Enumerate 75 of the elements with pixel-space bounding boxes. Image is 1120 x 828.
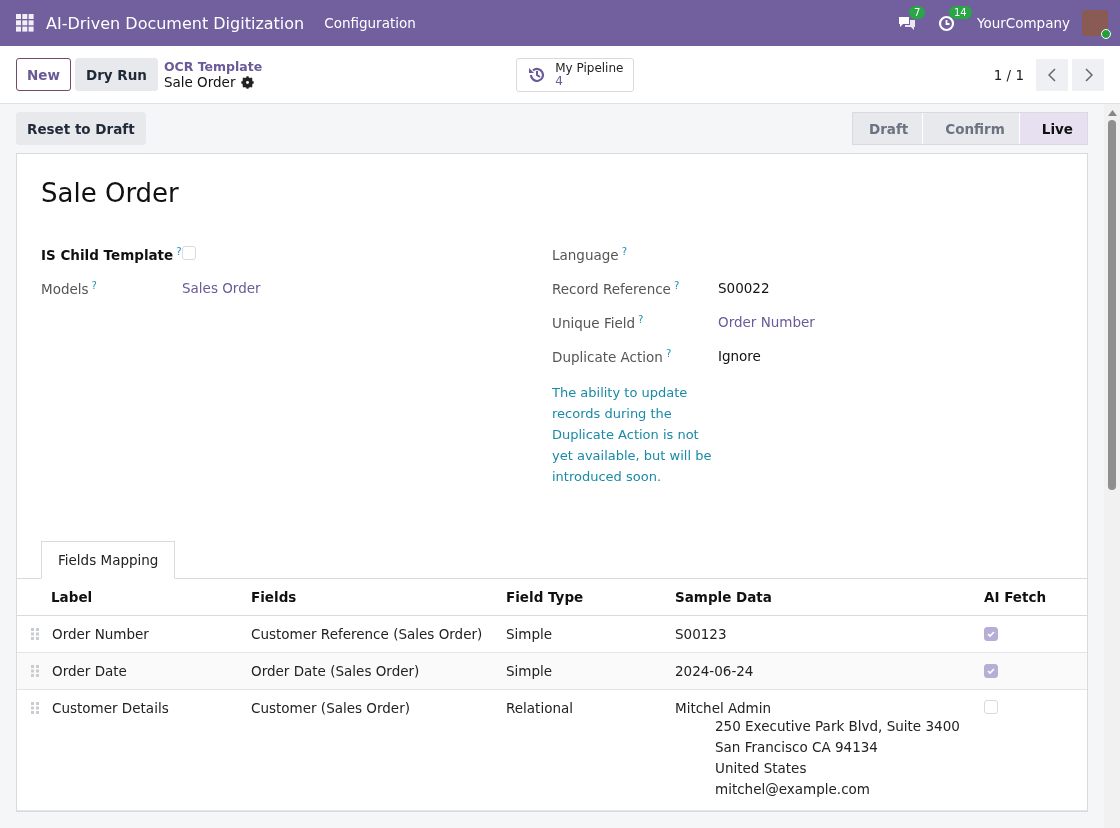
settings-icon[interactable] (241, 75, 255, 89)
menu-item[interactable]: Configuration (324, 15, 416, 31)
table-cell: Customer (Sales Order) (251, 700, 410, 716)
column-header[interactable]: Sample Data (675, 578, 984, 616)
help-mark[interactable]: ? (638, 314, 644, 325)
column-header[interactable]: Fields (251, 578, 506, 616)
status-stage[interactable]: Draft (852, 113, 923, 144)
checkmark-icon (986, 666, 996, 676)
field-label: Unique Field (552, 315, 636, 332)
table-cell: Relational (506, 700, 573, 716)
address-line: 250 Executive Park Blvd, Suite 3400 (715, 717, 961, 736)
help-mark[interactable]: ? (673, 280, 680, 291)
pager-counter: 1 / 1 (993, 66, 1024, 83)
breadcrumb-link[interactable]: OCR Template (163, 59, 263, 74)
info-note: The ability to update records during the Duplicate Action is not yet available, but will be introduced soon. (552, 384, 712, 486)
chevron-left-icon (1047, 67, 1057, 82)
field-label: Language (552, 247, 619, 264)
help-mark[interactable]: ? (91, 280, 97, 291)
field-value: S00022 (718, 280, 771, 296)
table-cell: Order Date (Sales Order) (251, 663, 420, 679)
address-line: mitchel@example.com (715, 780, 871, 799)
checkbox[interactable] (984, 664, 998, 678)
table-cell-text: S00123 (675, 626, 728, 642)
help-mark[interactable]: ? (176, 246, 182, 257)
field-label: Models (41, 281, 89, 298)
drag-handle-icon[interactable] (31, 665, 39, 677)
field-label: Duplicate Action (552, 349, 663, 366)
column-header[interactable]: Label (17, 578, 251, 616)
record-name: Sale Order (163, 74, 236, 90)
pipeline-smart-button[interactable]: My Pipeline 4 (516, 57, 635, 92)
status-stage[interactable]: Live (1018, 113, 1087, 144)
notification-count: 14 (948, 5, 972, 19)
record-title: Sale Order (41, 178, 180, 208)
previous-button[interactable] (1036, 58, 1068, 91)
new-button[interactable]: New (16, 58, 71, 91)
table-cell: Simple (506, 663, 553, 679)
clock-icon[interactable] (937, 14, 955, 32)
field-value-link[interactable]: Sales Order (182, 280, 552, 296)
drag-handle-icon[interactable] (31, 702, 39, 714)
apps-menu-icon[interactable] (16, 14, 34, 32)
notebook-tab[interactable]: Fields Mapping (41, 541, 176, 579)
field-value: Ignore (718, 348, 762, 364)
column-header[interactable]: AI Fetch (984, 578, 1087, 616)
dry-run-button[interactable]: Dry Run (74, 58, 158, 91)
help-mark[interactable]: ? (621, 246, 627, 257)
company-name[interactable]: YourCompany (976, 15, 1070, 31)
field-label: IS Child Template (41, 247, 174, 264)
reset-to-draft-button[interactable]: Reset to Draft (16, 112, 146, 145)
address-line: San Francisco CA 94134 (715, 738, 879, 757)
field-label: Record Reference (552, 281, 671, 298)
user-avatar[interactable] (1082, 10, 1108, 36)
notification-count: 7 (908, 6, 926, 19)
column-header[interactable]: Field Type (506, 578, 675, 616)
checkbox[interactable] (182, 246, 196, 260)
address-line: United States (715, 759, 808, 778)
status-stage[interactable]: Confirm (922, 113, 1019, 144)
checkbox[interactable] (984, 700, 998, 714)
table-cell: Customer Details (52, 700, 169, 716)
table-cell-text: Mitchel Admin (675, 700, 773, 716)
checkmark-icon (986, 629, 996, 639)
app-title[interactable]: AI-Driven Document Digitization (46, 13, 305, 33)
chevron-right-icon (1083, 67, 1093, 82)
table-cell: Order Date (52, 663, 127, 679)
table-cell: Simple (506, 626, 553, 642)
checkbox[interactable] (984, 627, 998, 641)
chat-icon[interactable] (897, 15, 916, 31)
field-value-link[interactable]: Order Number (718, 314, 1063, 330)
table-cell: Order Number (52, 626, 149, 642)
help-mark[interactable]: ? (665, 348, 672, 359)
table-cell: Customer Reference (Sales Order) (251, 626, 483, 642)
table-cell-text: 2024-06-24 (675, 663, 755, 679)
scrollbar[interactable] (1104, 104, 1120, 828)
next-button[interactable] (1072, 58, 1104, 91)
drag-handle-icon[interactable] (31, 628, 39, 640)
scroll-up-icon[interactable] (1107, 110, 1117, 116)
